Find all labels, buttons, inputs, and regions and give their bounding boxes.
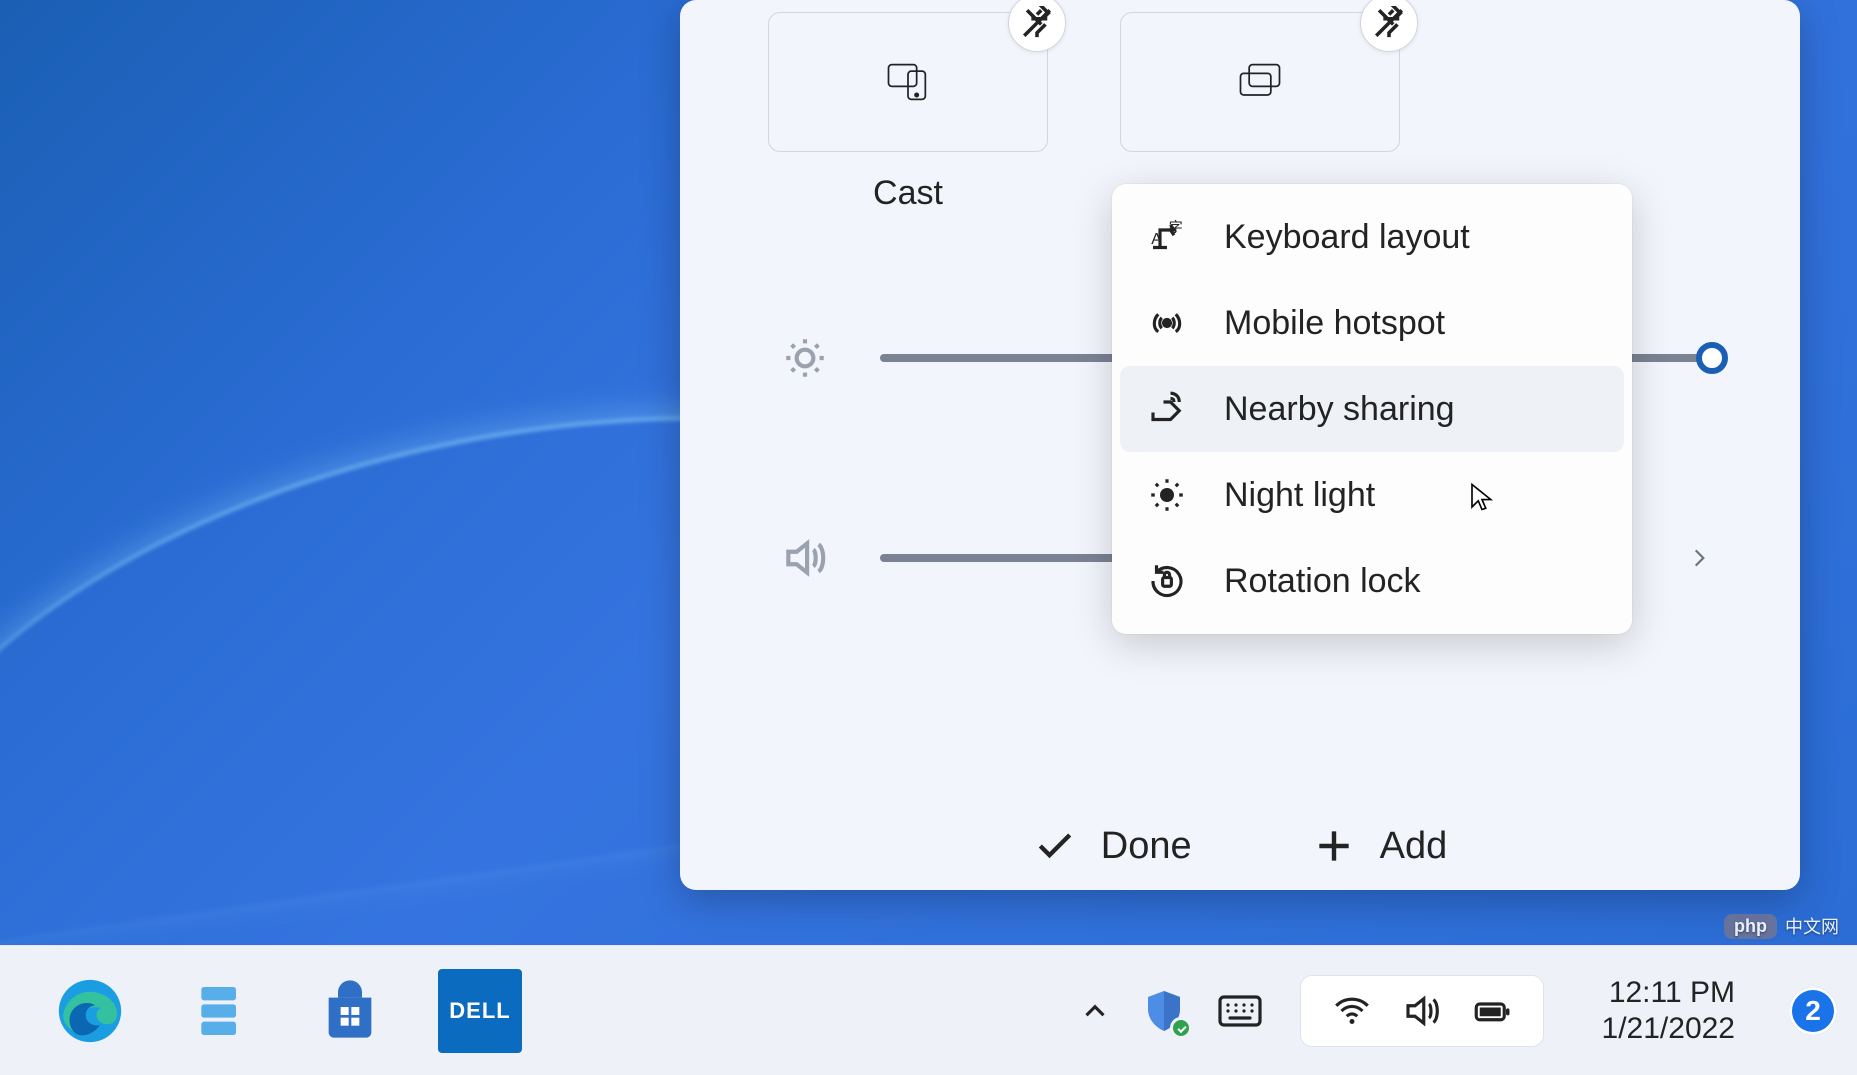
quick-settings-tile-cast: Cast [768,12,1048,213]
taskbar-quick-settings-cluster[interactable] [1300,975,1544,1047]
brightness-slider-thumb[interactable] [1696,342,1728,374]
volume-icon [780,533,830,583]
check-icon [1033,824,1077,868]
taskbar-time: 12:11 PM [1602,975,1735,1011]
project-icon [1234,56,1286,108]
server-manager-icon [188,979,252,1043]
add-button[interactable]: Add [1312,824,1448,868]
rotation-lock-icon [1146,560,1188,602]
done-label: Done [1101,825,1192,868]
menu-item-label: Mobile hotspot [1224,304,1445,343]
add-menu-item-nearby-sharing[interactable]: Nearby sharing [1120,366,1624,452]
menu-item-label: Rotation lock [1224,562,1421,601]
taskbar-clock[interactable]: 12:11 PM 1/21/2022 [1602,975,1735,1047]
quick-settings-tiles-row: Cast [688,8,1792,213]
plus-icon [1312,824,1356,868]
unpin-cast-button[interactable] [1008,0,1066,52]
keyboard-layout-icon: A 字 [1146,216,1188,258]
taskbar-system-tray: 12:11 PM 1/21/2022 2 [1078,975,1837,1047]
unpin-project-button[interactable] [1360,0,1418,52]
add-menu-item-mobile-hotspot[interactable]: Mobile hotspot [1120,280,1624,366]
wifi-icon [1331,990,1373,1032]
menu-item-label: Keyboard layout [1224,218,1470,257]
notification-center-badge[interactable]: 2 [1789,987,1837,1035]
add-menu-item-night-light[interactable]: Night light [1120,452,1624,538]
notification-count: 2 [1805,995,1821,1027]
mobile-hotspot-icon [1146,302,1188,344]
menu-item-label: Nearby sharing [1224,390,1455,429]
touch-keyboard-button[interactable] [1216,987,1264,1035]
cast-icon [882,56,934,108]
battery-icon [1471,990,1513,1032]
add-label: Add [1380,825,1448,868]
taskbar-app-edge[interactable] [48,969,132,1053]
nearby-sharing-icon [1146,388,1188,430]
taskbar-pinned-apps: DELL [48,969,522,1053]
svg-text:A: A [1151,231,1162,248]
done-button[interactable]: Done [1033,824,1192,868]
edge-icon [56,977,124,1045]
quick-settings-footer: Done Add [680,824,1800,868]
watermark-brand: php [1724,914,1777,939]
microsoft-store-icon [318,979,382,1043]
speaker-icon [1401,990,1443,1032]
taskbar-app-microsoft-store[interactable] [308,969,392,1053]
add-menu-item-rotation-lock[interactable]: Rotation lock [1120,538,1624,624]
add-menu-popup: A 字 Keyboard layout Mobile hotspot Nearb… [1112,184,1632,634]
taskbar-app-dell[interactable]: DELL [438,969,522,1053]
watermark: php 中文网 [1724,913,1839,939]
unpin-icon [1372,6,1406,40]
night-light-icon [1146,474,1188,516]
menu-item-label: Night light [1224,476,1375,515]
windows-security-tray[interactable] [1140,987,1188,1035]
tray-overflow-button[interactable] [1078,994,1112,1028]
cast-tile-label: Cast [873,174,943,213]
add-menu-item-keyboard-layout[interactable]: A 字 Keyboard layout [1120,194,1624,280]
brightness-icon [780,333,830,383]
cast-tile-button[interactable] [768,12,1048,152]
watermark-text: 中文网 [1785,913,1839,939]
dell-icon: DELL [438,969,522,1053]
unpin-icon [1020,6,1054,40]
taskbar-app-server-manager[interactable] [178,969,262,1053]
volume-expand-button[interactable] [1686,545,1712,571]
svg-text:字: 字 [1169,219,1183,235]
quick-settings-tile-project [1120,12,1400,213]
taskbar-date: 1/21/2022 [1602,1011,1735,1047]
taskbar: DELL [0,945,1857,1075]
project-tile-button[interactable] [1120,12,1400,152]
